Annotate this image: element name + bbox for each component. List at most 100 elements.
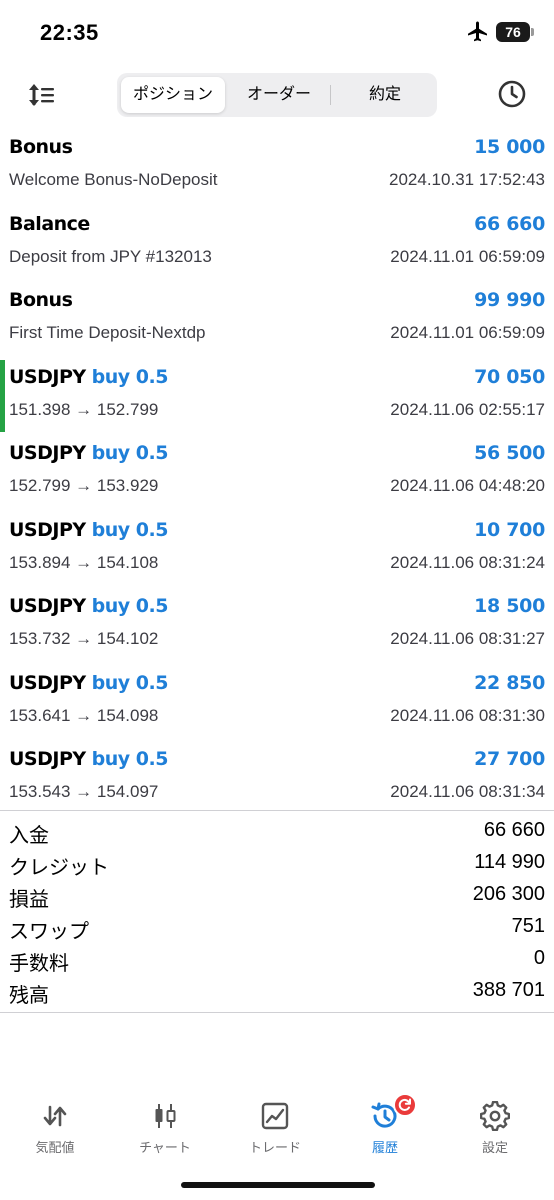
deal-side-volume: buy 0.5: [91, 365, 169, 388]
nav-quotes[interactable]: 気配値: [0, 1085, 110, 1165]
selected-marker: [0, 359, 5, 432]
deal-title: USDJPY buy 0.5: [9, 672, 168, 694]
bottom-tab-bar: 気配値 チャート トレード 履歴 設定: [0, 1085, 554, 1165]
deal-profit: 70 050: [474, 365, 545, 388]
refresh-badge-icon: [393, 1093, 417, 1117]
tab-orders[interactable]: オーダー: [227, 77, 331, 113]
candlestick-chart-icon: [155, 1104, 176, 1128]
list-item[interactable]: USDJPY buy 0.5 10 700 153.894 → 154.108 2…: [0, 511, 554, 588]
summary-label: スワップ: [9, 921, 89, 943]
list-item[interactable]: Balance 66 660 Deposit from JPY #132013 …: [0, 205, 554, 282]
refresh-icon: [398, 1098, 411, 1111]
summary-label: 入金: [9, 825, 49, 847]
nav-label: チャート: [139, 1140, 191, 1155]
status-time: 22:35: [40, 20, 99, 45]
deal-symbol: Balance: [9, 212, 90, 235]
home-indicator: [181, 1182, 375, 1188]
deal-side-volume: buy 0.5: [91, 518, 169, 541]
gear-icon: [480, 1101, 510, 1131]
deal-time: 2024.11.06 08:31:24: [390, 552, 545, 572]
summary-label: 手数料: [9, 953, 69, 975]
nav-trade[interactable]: トレード: [220, 1085, 330, 1165]
summary-divider-bottom: [0, 1012, 554, 1013]
deal-comment: First Time Deposit-Nextdp: [9, 323, 206, 342]
deal-profit: 15 000: [474, 136, 545, 158]
summary-row-balance: 残高 388 701: [0, 976, 554, 1008]
deal-profit: 56 500: [474, 442, 545, 464]
nav-chart[interactable]: チャート: [110, 1085, 220, 1165]
list-item[interactable]: Bonus 15 000 Welcome Bonus-NoDeposit 202…: [0, 128, 554, 205]
nav-settings[interactable]: 設定: [440, 1085, 550, 1165]
airplane-icon: [468, 21, 487, 42]
summary-row-commission: 手数料 0: [0, 944, 554, 976]
summary-value: 0: [533, 947, 545, 969]
summary-divider-top: [0, 810, 554, 811]
deal-title: USDJPY buy 0.5: [9, 366, 168, 388]
summary-row-credit: クレジット 114 990: [0, 848, 554, 880]
trade-chart-icon: [261, 1102, 289, 1130]
deal-prices: 153.641 → 154.098: [9, 705, 159, 725]
deal-symbol: Bonus: [9, 136, 73, 158]
nav-history[interactable]: 履歴: [330, 1085, 440, 1165]
deal-prices: 151.398 → 152.799: [9, 399, 159, 419]
deal-profit: 66 660: [474, 212, 545, 235]
summary-value: 751: [511, 915, 545, 937]
toolbar: ポジション オーダー 約定: [0, 70, 554, 120]
deal-side-volume: buy 0.5: [91, 595, 169, 617]
deal-time: 2024.11.06 08:31:30: [390, 705, 545, 725]
battery-indicator: 76: [496, 22, 530, 42]
list-item[interactable]: Bonus 99 990 First Time Deposit-Nextdp 2…: [0, 281, 554, 358]
nav-label: 履歴: [371, 1140, 398, 1155]
nav-label: トレード: [248, 1140, 301, 1155]
deal-symbol: USDJPY: [9, 748, 86, 770]
deal-profit: 10 700: [474, 518, 545, 541]
deal-symbol: Bonus: [9, 289, 73, 311]
deal-title: Bonus: [9, 136, 73, 158]
deal-symbol: USDJPY: [9, 518, 86, 541]
deal-prices: 152.799 → 153.929: [9, 476, 159, 495]
deal-title: Balance: [9, 213, 90, 235]
list-item[interactable]: USDJPY buy 0.5 22 850 153.641 → 154.098 2…: [0, 664, 554, 741]
deal-symbol: USDJPY: [9, 365, 86, 388]
nav-label: 気配値: [35, 1140, 75, 1155]
deal-comment: Welcome Bonus-NoDeposit: [9, 170, 218, 189]
summary-value: 206 300: [472, 883, 545, 905]
nav-label: 設定: [481, 1140, 508, 1155]
history-list: Bonus 15 000 Welcome Bonus-NoDeposit 202…: [0, 128, 554, 817]
deal-time: 2024.11.06 04:48:20: [390, 476, 545, 495]
clock-icon[interactable]: [497, 79, 527, 109]
deal-title: USDJPY buy 0.5: [9, 595, 168, 617]
segmented-control: ポジション オーダー 約定: [117, 73, 437, 117]
deal-time: 2024.10.31 17:52:43: [389, 170, 545, 189]
status-bar: 22:35 76: [0, 0, 554, 66]
deal-side-volume: buy 0.5: [91, 748, 169, 770]
deal-comment: Deposit from JPY #132013: [9, 246, 212, 266]
deal-symbol: USDJPY: [9, 595, 86, 617]
list-item[interactable]: USDJPY buy 0.5 18 500 153.732 → 154.102 2…: [0, 587, 554, 664]
deal-title: USDJPY buy 0.5: [9, 519, 168, 541]
list-item[interactable]: USDJPY buy 0.5 27 700 153.543 → 154.097 2…: [0, 740, 554, 817]
summary-label: 損益: [9, 889, 49, 911]
deal-prices: 153.894 → 154.108: [9, 552, 159, 572]
deal-profit: 99 990: [474, 289, 545, 311]
tab-deals[interactable]: 約定: [333, 77, 437, 113]
summary-label: 残高: [9, 985, 49, 1007]
deal-symbol: USDJPY: [9, 671, 86, 694]
deal-title: USDJPY buy 0.5: [9, 442, 168, 464]
battery-cap: [531, 28, 534, 36]
list-item[interactable]: USDJPY buy 0.5 56 500 152.799 → 153.929 2…: [0, 434, 554, 511]
summary-row-swap: スワップ 751: [0, 912, 554, 944]
deal-profit: 27 700: [474, 748, 545, 770]
deal-side-volume: buy 0.5: [91, 671, 169, 694]
deal-symbol: USDJPY: [9, 442, 86, 464]
deal-title: USDJPY buy 0.5: [9, 748, 168, 770]
list-item[interactable]: USDJPY buy 0.5 70 050 151.398 → 152.799 2…: [0, 358, 554, 435]
deal-profit: 18 500: [474, 595, 545, 617]
sort-icon[interactable]: [26, 80, 58, 110]
summary-value: 388 701: [472, 979, 545, 1001]
deal-prices: 153.732 → 154.102: [9, 629, 159, 648]
summary-label: クレジット: [9, 857, 109, 879]
deal-time: 2024.11.01 06:59:09: [390, 323, 545, 342]
summary-value: 66 660: [483, 819, 545, 841]
tab-positions[interactable]: ポジション: [121, 77, 225, 113]
